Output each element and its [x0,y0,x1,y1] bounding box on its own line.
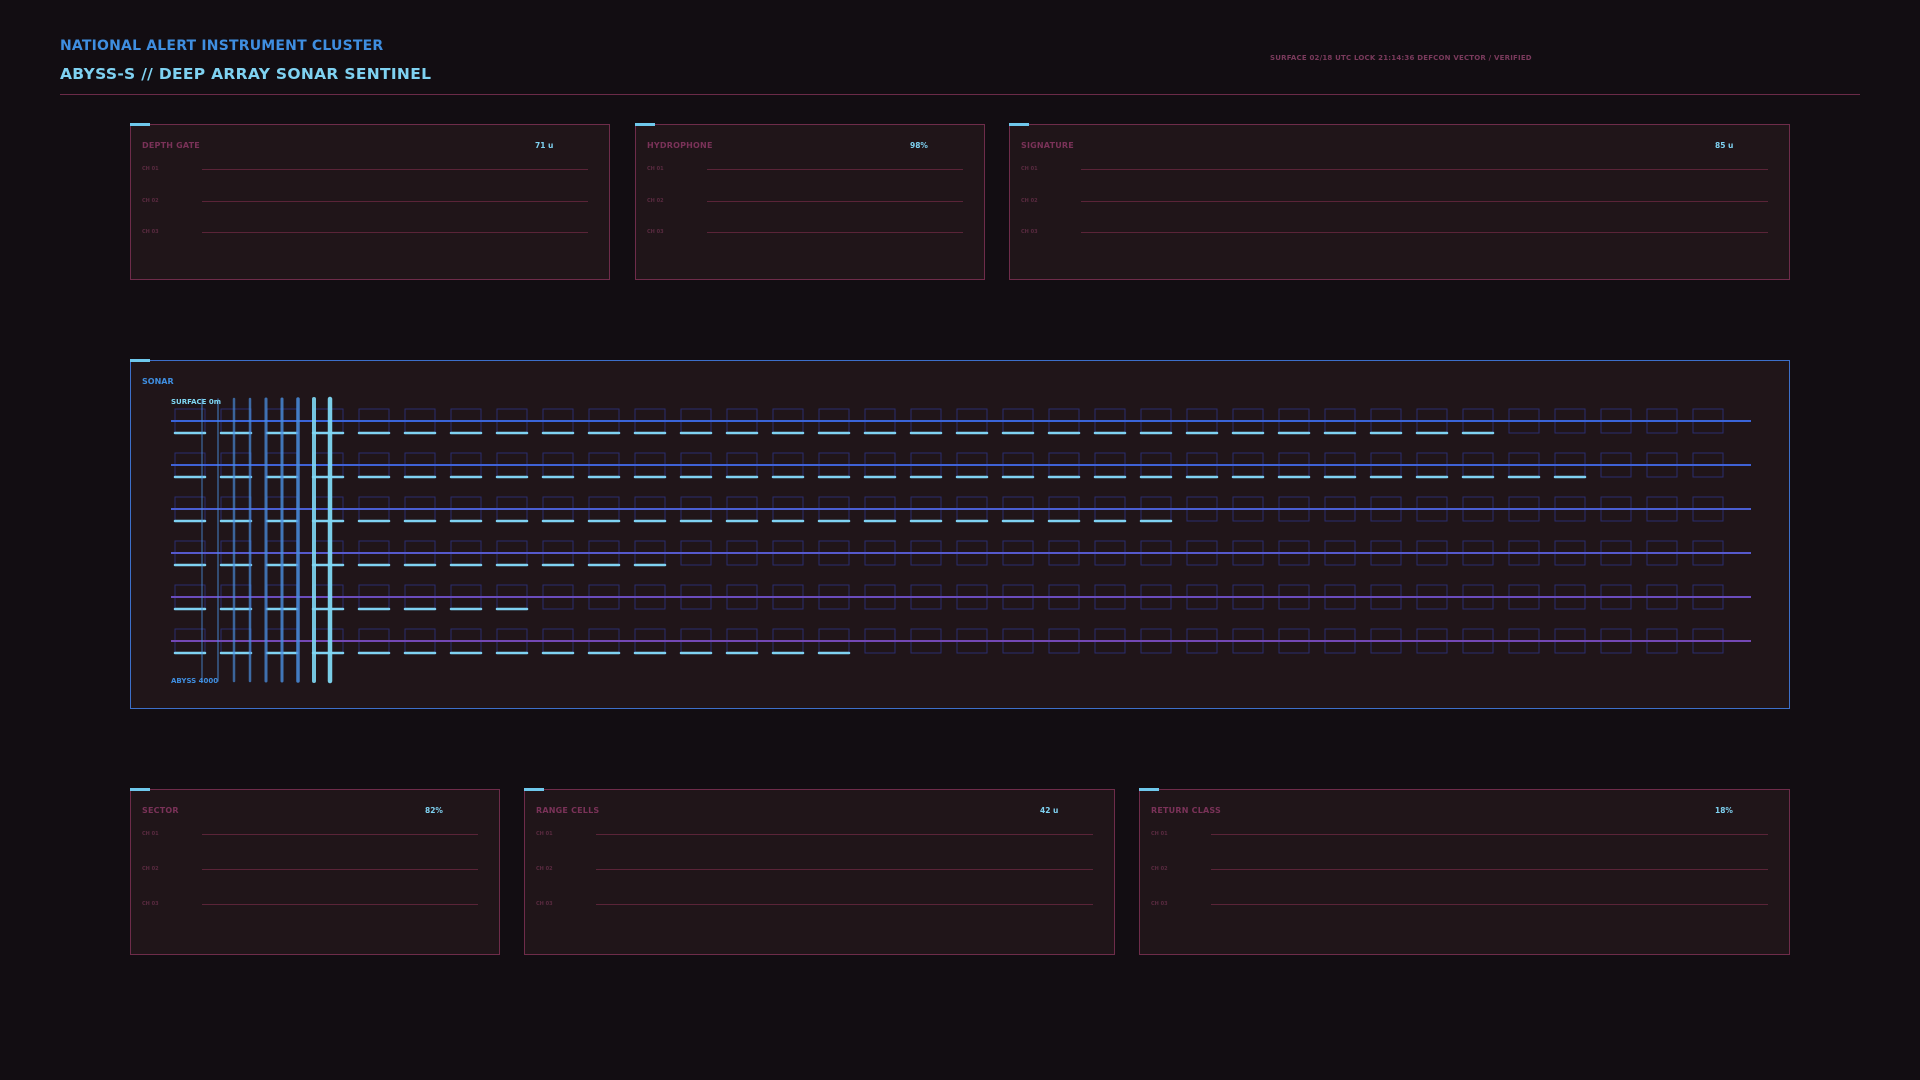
channel-label: CH 02 [1021,197,1038,204]
header-divider [60,94,1860,95]
channel-row: CH 02 [647,198,975,208]
panel-title: DEPTH GATE [142,141,200,150]
channel-row: CH 02 [142,198,600,208]
panel-corner-accent [130,123,150,126]
panel-title: SIGNATURE [1021,141,1074,150]
abyss-label: ABYSS 4000 [171,677,218,685]
channel-row: CH 02 [142,866,490,876]
channel-label: CH 03 [1021,229,1038,235]
instrument-cluster-screen: NATIONAL ALERT INSTRUMENT CLUSTER ABYSS-… [0,0,1920,1080]
channel-label: CH 03 [536,901,553,907]
channel-label: CH 03 [1151,901,1168,907]
panel-value: 82% [425,806,443,815]
panel-corner-accent [524,788,544,791]
depth-gate-panel: DEPTH GATE 71 u CH 01 CH 02 CH 03 [130,123,610,280]
channel-label: CH 01 [647,166,664,172]
channel-label: CH 01 [1151,831,1168,837]
channel-row: CH 01 [536,831,1105,841]
channel-label: CH 02 [142,197,159,204]
channel-trace [596,904,1093,905]
channel-trace [1211,834,1768,835]
hydrophone-panel: HYDROPHONE 98% CH 01 CH 02 CH 03 [635,123,985,280]
channel-trace [202,200,588,202]
channel-trace [1081,169,1768,170]
channel-row: CH 03 [142,901,490,911]
channel-row: CH 02 [1151,866,1780,876]
sonar-panel: SONAR SURFACE 0m ABYSS 4000 [130,359,1790,709]
panel-corner-accent [130,788,150,791]
channel-row: CH 02 [1021,198,1780,208]
sector-panel: SECTOR 82% CH 01 CH 02 CH 03 [130,788,500,955]
panel-corner-accent [635,123,655,126]
panel-corner-accent [1009,123,1029,126]
channel-trace [1211,904,1768,905]
channel-trace [1211,869,1768,870]
channel-trace [596,834,1093,835]
channel-row: CH 03 [536,901,1105,911]
channel-label: CH 02 [536,866,553,872]
panel-value: 85 u [1715,141,1734,150]
sonar-display: SURFACE 0m ABYSS 4000 [171,396,1751,685]
panel-value: 18% [1715,806,1733,815]
panel-title: RETURN CLASS [1151,806,1221,815]
channel-trace [1081,232,1768,233]
channel-label: CH 01 [1021,166,1038,172]
channel-trace [1081,200,1768,202]
panel-title: HYDROPHONE [647,141,713,150]
channel-trace [707,169,963,170]
channel-row: CH 03 [142,229,600,239]
channel-row: CH 01 [142,166,600,176]
channel-label: CH 03 [142,229,159,235]
panel-value: 98% [910,141,928,150]
channel-row: CH 03 [647,229,975,239]
range-cells-panel: RANGE CELLS 42 u CH 01 CH 02 CH 03 [524,788,1115,955]
channel-label: CH 02 [647,197,664,204]
panel-title: SECTOR [142,806,179,815]
channel-label: CH 03 [142,901,159,907]
channel-row: CH 02 [536,866,1105,876]
page-title: ABYSS-S // DEEP ARRAY SONAR SENTINEL [60,65,432,83]
channel-row: CH 03 [1021,229,1780,239]
channel-label: CH 02 [1151,866,1168,872]
channel-trace [707,232,963,233]
signature-panel: SIGNATURE 85 u CH 01 CH 02 CH 03 [1009,123,1790,280]
channel-trace [202,834,478,835]
channel-label: CH 01 [142,831,159,837]
channel-row: CH 01 [647,166,975,176]
channel-trace [202,869,478,870]
status-line: SURFACE 02/18 UTC LOCK 21:14:36 DEFCON V… [1270,54,1532,62]
channel-trace [202,232,588,233]
channel-label: CH 03 [647,229,664,235]
channel-trace [202,904,478,905]
channel-label: CH 01 [536,831,553,837]
return-class-panel: RETURN CLASS 18% CH 01 CH 02 CH 03 [1139,788,1790,955]
panel-value: 42 u [1040,806,1059,815]
cluster-label: NATIONAL ALERT INSTRUMENT CLUSTER [60,38,384,54]
channel-row: CH 01 [142,831,490,841]
panel-value: 71 u [535,141,554,150]
surface-label: SURFACE 0m [171,398,221,406]
channel-label: CH 02 [142,866,159,872]
channel-label: CH 01 [142,166,159,172]
panel-corner-accent [1139,788,1159,791]
channel-trace [707,200,963,202]
channel-trace [596,869,1093,870]
channel-row: CH 01 [1151,831,1780,841]
channel-row: CH 01 [1021,166,1780,176]
channel-trace [202,169,588,170]
channel-row: CH 03 [1151,901,1780,911]
panel-title: RANGE CELLS [536,806,600,815]
